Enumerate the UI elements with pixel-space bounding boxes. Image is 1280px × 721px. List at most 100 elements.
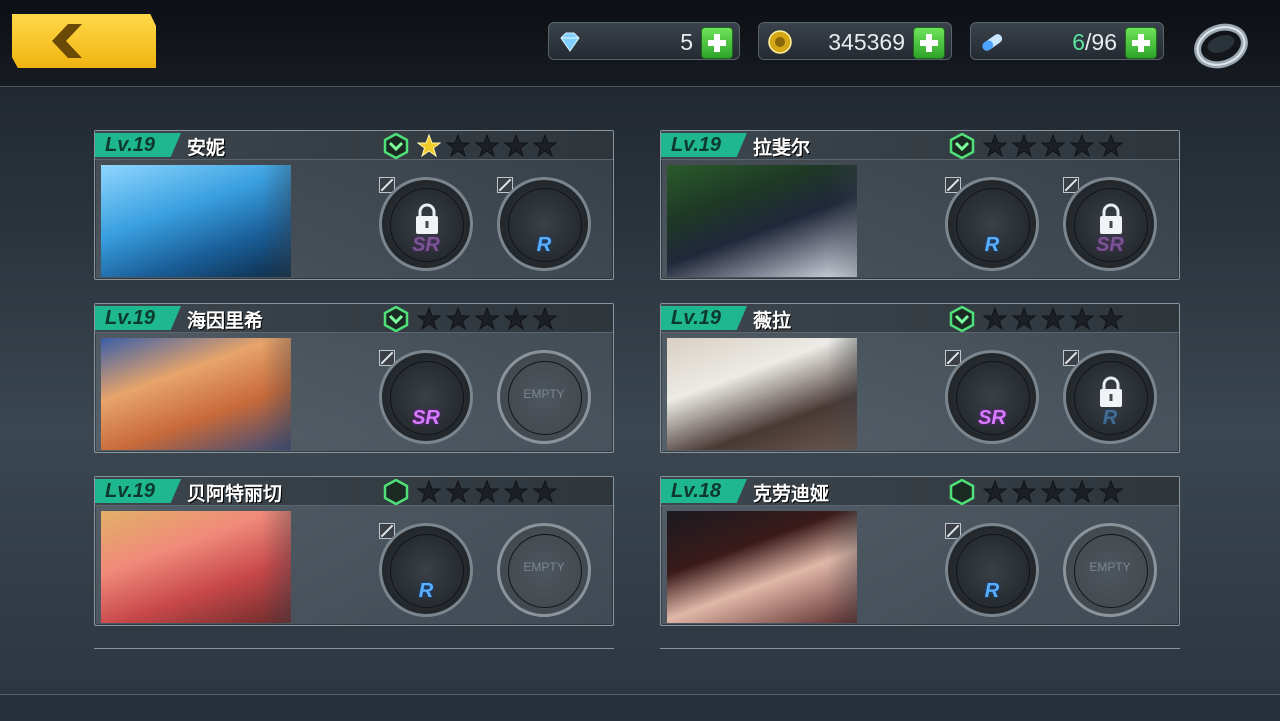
rarity-label: SR xyxy=(412,407,440,429)
rarity-label: R xyxy=(984,580,1000,602)
stamina-counter: 6/96 xyxy=(970,22,1164,60)
gold-counter: 345369 xyxy=(758,22,952,60)
rarity-label: R xyxy=(418,580,434,602)
level-badge: Lv.19 xyxy=(661,133,747,157)
character-name: 薇拉 xyxy=(753,310,792,332)
card-header: Lv.19 海因里希 xyxy=(95,304,613,333)
level-badge: Lv.19 xyxy=(95,306,181,330)
star-icon xyxy=(1012,134,1036,158)
lock-icon xyxy=(1100,376,1122,407)
character-portrait xyxy=(667,165,857,277)
star-icon xyxy=(1012,307,1036,331)
equipment-slot[interactable]: R xyxy=(497,177,591,271)
star-rating xyxy=(983,307,1123,331)
top-bar: 5 345369 6/96 xyxy=(0,0,1280,87)
rarity-label: R xyxy=(536,234,552,256)
star-icon xyxy=(533,307,557,331)
star-icon xyxy=(417,134,441,158)
character-portrait xyxy=(101,511,291,623)
character-portrait xyxy=(667,511,857,623)
level-badge: Lv.19 xyxy=(95,133,181,157)
star-icon xyxy=(417,480,441,504)
portrait-fade xyxy=(827,338,857,450)
character-card[interactable]: Lv.19 海因里希 SR EMPTY xyxy=(94,303,614,453)
equipment-slot[interactable]: SR xyxy=(945,350,1039,444)
empty-equipment-slot[interactable]: EMPTY xyxy=(1063,523,1157,617)
star-icon xyxy=(475,307,499,331)
character-card[interactable]: Lv.19 贝阿特丽切 R EMPTY xyxy=(94,476,614,626)
back-arrow-icon xyxy=(52,24,82,58)
character-portrait xyxy=(101,338,291,450)
rank-chevron-icon xyxy=(949,479,975,505)
star-rating xyxy=(983,134,1123,158)
equipment-slot[interactable]: R xyxy=(945,523,1039,617)
gold-count: 345369 xyxy=(828,29,905,55)
rarity-label: R xyxy=(984,234,1000,256)
character-card[interactable]: Lv.19 拉斐尔 R SR xyxy=(660,130,1180,280)
gem-counter: 5 xyxy=(548,22,740,60)
add-stamina-button[interactable] xyxy=(1125,27,1157,59)
star-icon xyxy=(1070,134,1094,158)
rarity-label: SR xyxy=(412,234,440,256)
star-icon xyxy=(446,480,470,504)
portrait-fade xyxy=(261,338,291,450)
star-icon xyxy=(1041,307,1065,331)
back-button[interactable] xyxy=(12,14,156,68)
character-name: 安妮 xyxy=(187,137,226,159)
character-card[interactable]: Lv.19 安妮 SR R xyxy=(94,130,614,280)
equipment-slot[interactable]: SR xyxy=(1063,177,1157,271)
stamina-max: /96 xyxy=(1085,29,1117,55)
star-icon xyxy=(504,307,528,331)
character-name: 克劳迪娅 xyxy=(753,483,830,505)
equipment-slot[interactable]: R xyxy=(379,523,473,617)
equipment-slot[interactable]: R xyxy=(1063,350,1157,444)
empty-equipment-slot[interactable]: EMPTY xyxy=(497,523,591,617)
character-name: 海因里希 xyxy=(187,310,264,332)
stamina-count: 6/96 xyxy=(1072,29,1117,56)
star-icon xyxy=(1099,134,1123,158)
star-icon xyxy=(983,480,1007,504)
level-badge: Lv.19 xyxy=(95,479,181,503)
card-header: Lv.19 薇拉 xyxy=(661,304,1179,333)
add-gems-button[interactable] xyxy=(701,27,733,59)
ring-icon[interactable] xyxy=(1192,18,1250,70)
star-icon xyxy=(1099,307,1123,331)
star-icon xyxy=(1099,480,1123,504)
star-icon xyxy=(983,134,1007,158)
bottom-strip xyxy=(0,694,1280,721)
capsule-icon xyxy=(982,34,1003,51)
character-name: 贝阿特丽切 xyxy=(187,483,283,505)
rarity-label: R xyxy=(1102,407,1118,429)
character-card[interactable]: Lv.18 克劳迪娅 R EMPTY xyxy=(660,476,1180,626)
equipment-slot[interactable]: SR xyxy=(379,350,473,444)
gem-count: 5 xyxy=(680,29,693,55)
star-icon xyxy=(983,307,1007,331)
empty-equipment-slot[interactable]: EMPTY xyxy=(497,350,591,444)
portrait-fade xyxy=(261,165,291,277)
star-rating xyxy=(983,480,1123,504)
star-icon xyxy=(417,307,441,331)
character-card[interactable]: Lv.19 薇拉 SR R xyxy=(660,303,1180,453)
rank-chevron-icon xyxy=(383,479,409,505)
star-rating xyxy=(417,134,557,158)
star-icon xyxy=(1041,480,1065,504)
portrait-fade xyxy=(827,511,857,623)
star-rating xyxy=(417,480,557,504)
next-row-edge-right xyxy=(660,648,1180,653)
add-gold-button[interactable] xyxy=(913,27,945,59)
star-icon xyxy=(1070,307,1094,331)
equipment-slot[interactable]: SR xyxy=(379,177,473,271)
level-badge: Lv.18 xyxy=(661,479,747,503)
stamina-current: 6 xyxy=(1072,29,1086,55)
star-icon xyxy=(475,480,499,504)
empty-label: EMPTY xyxy=(523,387,565,401)
character-name: 拉斐尔 xyxy=(753,137,811,159)
rarity-label: SR xyxy=(978,407,1006,429)
star-icon xyxy=(1070,480,1094,504)
next-row-edge-left xyxy=(94,648,614,653)
card-header: Lv.19 安妮 xyxy=(95,131,613,160)
lock-icon xyxy=(1100,203,1122,234)
equipment-slot[interactable]: R xyxy=(945,177,1039,271)
card-header: Lv.18 克劳迪娅 xyxy=(661,477,1179,506)
lock-icon xyxy=(416,203,438,234)
